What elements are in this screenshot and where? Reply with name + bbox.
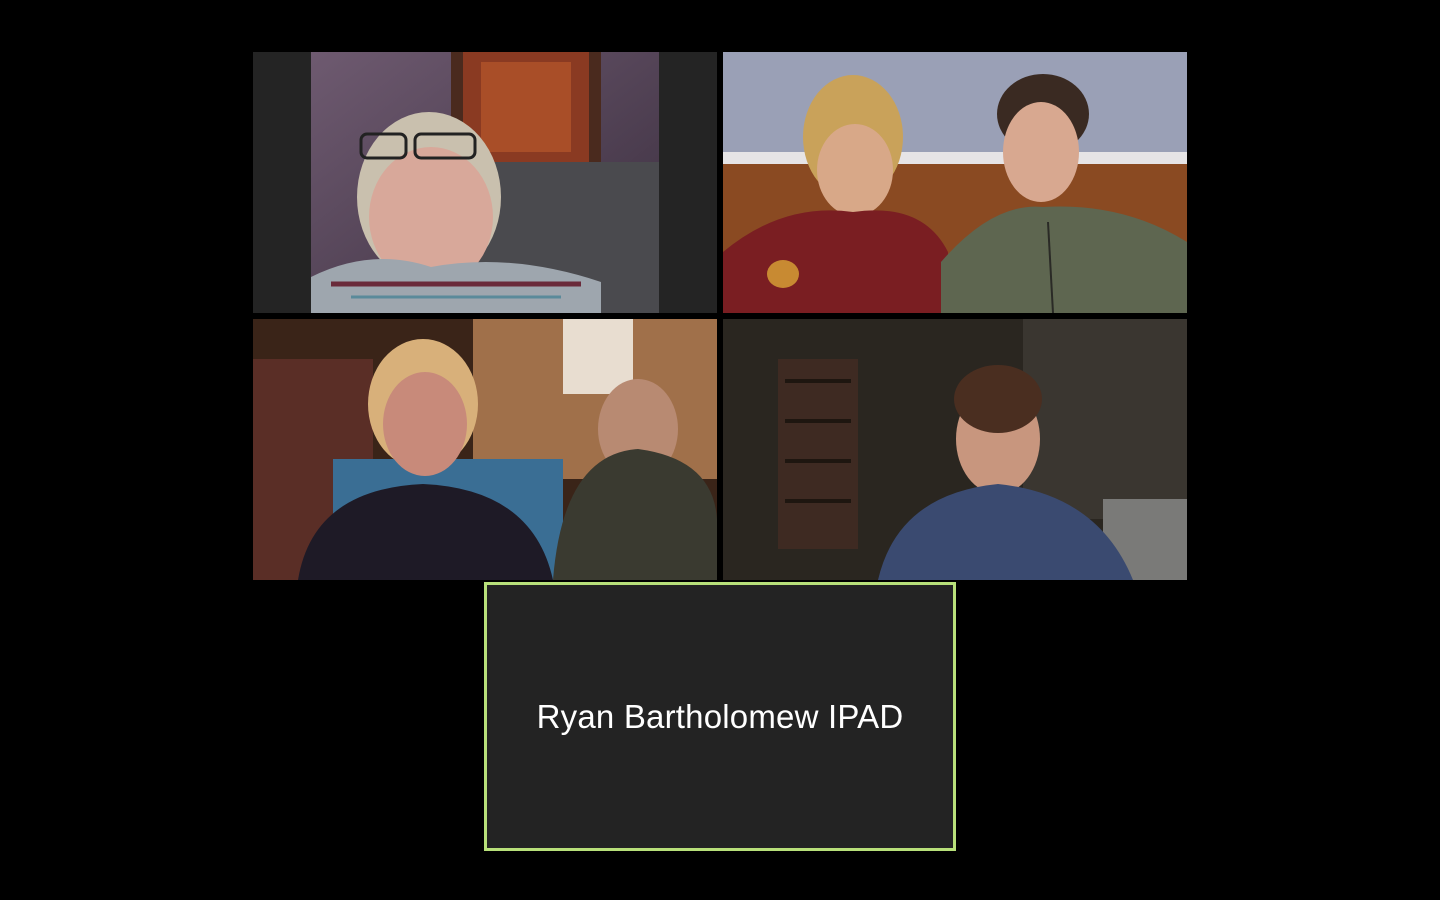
- video-gallery: Ryan Bartholomew IPAD: [0, 0, 1440, 900]
- participant-video-feed: [723, 52, 1187, 313]
- participant-video-tile[interactable]: [723, 52, 1187, 313]
- participant-video-tile[interactable]: [253, 52, 717, 313]
- participant-video-tile[interactable]: [723, 319, 1187, 580]
- participant-video-feed: [723, 319, 1187, 580]
- participant-video-tile[interactable]: Ryan Bartholomew IPAD: [484, 582, 956, 851]
- participant-video-feed: [311, 52, 659, 313]
- participant-video-feed: [253, 319, 717, 580]
- participant-name: Ryan Bartholomew IPAD: [536, 697, 904, 735]
- participant-video-tile[interactable]: [253, 319, 717, 580]
